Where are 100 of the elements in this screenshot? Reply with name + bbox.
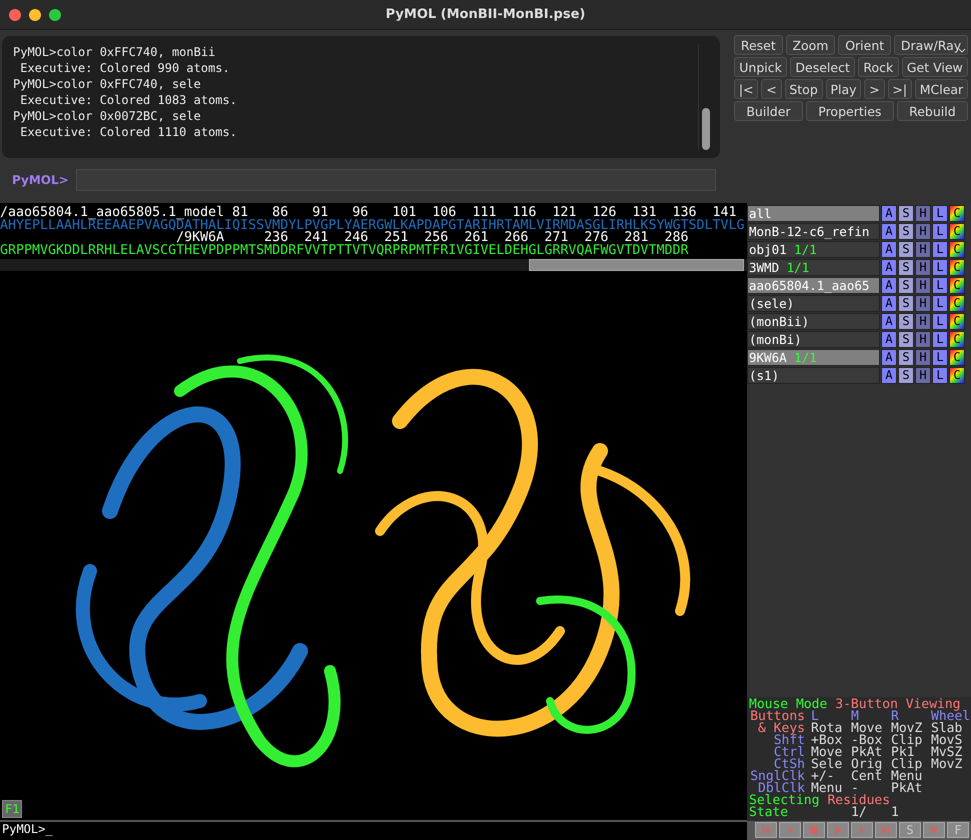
selecting-value[interactable]: Residues <box>827 795 890 807</box>
object-name-button[interactable]: aao65804.1_aao65 <box>747 277 880 294</box>
object-action-button[interactable]: H <box>915 367 931 384</box>
mouse-mode-value[interactable]: 3-Button Viewing <box>835 699 961 711</box>
object-action-button[interactable]: C <box>949 223 965 240</box>
object-name-button[interactable]: MonB-12-c6_refin <box>747 223 880 240</box>
object-action-button[interactable]: L <box>932 349 948 366</box>
object-action-button[interactable]: A <box>881 259 897 276</box>
object-name-button[interactable]: all <box>747 205 880 222</box>
object-action-button[interactable]: H <box>915 349 931 366</box>
toolbar-button[interactable]: Stop <box>784 79 823 99</box>
object-action-button[interactable]: L <box>932 223 948 240</box>
object-action-button[interactable]: L <box>932 313 948 330</box>
object-name-button[interactable]: 3WMD 1/1 <box>747 259 880 276</box>
close-button[interactable] <box>9 8 21 20</box>
object-action-button[interactable]: L <box>932 259 948 276</box>
object-action-button[interactable]: L <box>932 367 948 384</box>
object-action-button[interactable]: L <box>932 295 948 312</box>
minimize-button[interactable] <box>29 8 41 20</box>
toolbar-button[interactable]: Rock <box>858 57 899 77</box>
command-line[interactable]: PyMOL>_ <box>0 820 747 840</box>
object-action-button[interactable]: A <box>881 313 897 330</box>
object-action-button[interactable]: S <box>898 313 914 330</box>
object-action-button[interactable]: H <box>915 295 931 312</box>
object-action-button[interactable]: H <box>915 331 931 348</box>
movie-button[interactable] <box>803 822 825 838</box>
movie-button[interactable] <box>875 822 897 838</box>
toolbar-button[interactable]: Properties <box>806 101 894 121</box>
object-name-button[interactable]: (monBii) <box>747 313 880 330</box>
object-action-button[interactable]: C <box>949 295 965 312</box>
toolbar-button[interactable]: > <box>864 79 885 99</box>
object-action-button[interactable]: H <box>915 241 931 258</box>
object-action-button[interactable]: A <box>881 277 897 294</box>
mouse-header: M <box>851 711 859 723</box>
mouse-action: +Box <box>811 735 844 747</box>
object-action-button[interactable]: H <box>915 313 931 330</box>
object-action-button[interactable]: L <box>932 241 948 258</box>
sequence-residues[interactable]: GRPPMVGKDDLRRHLELAVSCGTHEVPDPPMTSMDDRFVVTPTTVTVQRPRPMTFRIVGIVELDEHGLGRRVQAFWGVTDVTMDDR <box>0 244 747 257</box>
scrollbar-thumb[interactable] <box>529 259 744 271</box>
command-input-field[interactable] <box>76 169 716 191</box>
object-action-button[interactable]: C <box>949 259 965 276</box>
object-action-button[interactable]: S <box>898 367 914 384</box>
object-action-button[interactable]: C <box>949 349 965 366</box>
object-action-button[interactable]: A <box>881 349 897 366</box>
scrollbar-thumb[interactable] <box>702 108 710 150</box>
object-action-button[interactable]: S <box>898 259 914 276</box>
toolbar-button[interactable]: |< <box>734 79 758 99</box>
toolbar-button[interactable]: Unpick <box>734 57 788 77</box>
movie-button[interactable] <box>923 822 945 838</box>
object-name-button[interactable]: (sele) <box>747 295 880 312</box>
toolbar-button[interactable]: Reset <box>734 35 783 55</box>
object-action-button[interactable]: C <box>949 367 965 384</box>
movie-button[interactable] <box>827 822 849 838</box>
sequence-residues[interactable]: AHYEPLLAAHLREEAAEPVAGQDATHALIQISSVMDYLPVGPLYAERGWLKAPDAPGTARIHRTAMLVIRMDASGLIRHLKSYWGTSDLTVLG <box>0 220 747 232</box>
object-action-button[interactable]: C <box>949 313 965 330</box>
object-action-button[interactable]: A <box>881 205 897 222</box>
object-name-button[interactable]: (monBi) <box>747 331 880 348</box>
object-name-button[interactable]: (s1) <box>747 367 880 384</box>
object-action-button[interactable]: C <box>949 241 965 258</box>
object-action-button[interactable]: C <box>949 277 965 294</box>
object-action-button[interactable]: A <box>881 331 897 348</box>
toolbar-button[interactable]: Orient <box>838 35 891 55</box>
object-action-button[interactable]: H <box>915 277 931 294</box>
toolbar-button[interactable]: Zoom <box>786 35 836 55</box>
toolbar-button[interactable]: Play <box>826 79 862 99</box>
mouse-header: Wheel <box>931 711 967 723</box>
toolbar-button[interactable]: Deselect <box>790 57 856 77</box>
object-action-button[interactable]: S <box>898 349 914 366</box>
object-action-button[interactable]: S <box>898 295 914 312</box>
object-action-button[interactable]: S <box>898 223 914 240</box>
f1-badge[interactable]: F1 <box>2 800 22 818</box>
object-action-button[interactable]: S <box>898 241 914 258</box>
object-name-button[interactable]: obj01 1/1 <box>747 241 880 258</box>
object-action-button[interactable]: H <box>915 205 931 222</box>
object-action-button[interactable]: A <box>881 223 897 240</box>
toolbar-button[interactable]: Builder <box>734 101 803 121</box>
toolbar-button[interactable]: >| <box>888 79 912 99</box>
movie-button[interactable] <box>851 822 873 838</box>
toolbar-button[interactable]: Draw/Ray <box>894 35 968 55</box>
object-action-button[interactable]: L <box>932 277 948 294</box>
zoom-button[interactable] <box>49 8 61 20</box>
toolbar-button[interactable]: Get View <box>902 57 968 77</box>
object-action-button[interactable]: A <box>881 367 897 384</box>
movie-button[interactable] <box>779 822 801 838</box>
object-action-button[interactable]: L <box>932 331 948 348</box>
object-action-button[interactable]: L <box>932 205 948 222</box>
object-action-button[interactable]: H <box>915 259 931 276</box>
object-action-button[interactable]: S <box>898 277 914 294</box>
object-action-button[interactable]: A <box>881 295 897 312</box>
toolbar-button[interactable]: < <box>761 79 782 99</box>
object-action-button[interactable]: S <box>898 205 914 222</box>
object-action-button[interactable]: C <box>949 331 965 348</box>
object-action-button[interactable]: H <box>915 223 931 240</box>
object-action-button[interactable]: A <box>881 241 897 258</box>
toolbar-button[interactable]: MClear <box>914 79 968 99</box>
object-action-button[interactable]: C <box>949 205 965 222</box>
object-name-button[interactable]: 9KW6A 1/1 <box>747 349 880 366</box>
movie-button[interactable] <box>755 822 777 838</box>
toolbar-button[interactable]: Rebuild <box>896 101 968 121</box>
object-action-button[interactable]: S <box>898 331 914 348</box>
